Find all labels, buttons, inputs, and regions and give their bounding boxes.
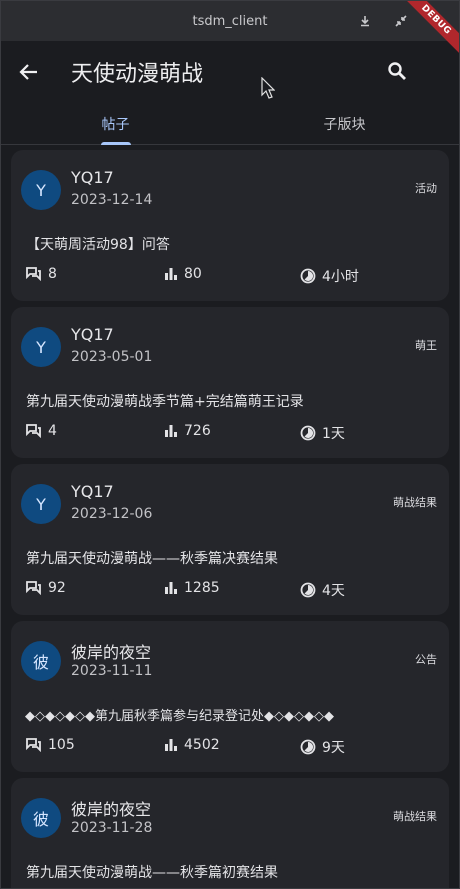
- post-title[interactable]: 第九届天使动漫萌战季节篇+完结篇萌王记录: [26, 391, 304, 411]
- timelapse-icon: [300, 268, 316, 284]
- last-reply-time: 4天: [300, 580, 345, 600]
- mouse-cursor-icon: [261, 76, 276, 103]
- timelapse-icon: [300, 582, 316, 598]
- forum-icon: [26, 581, 41, 595]
- post-tag: 萌王: [415, 339, 437, 352]
- post-card[interactable]: 彼 彼岸的夜空 2023-11-28 萌战结果 第九届天使动漫萌战——秋季篇初赛…: [11, 778, 449, 888]
- last-reply-time: 4小时: [300, 266, 359, 286]
- window-title: tsdm_client: [192, 13, 268, 29]
- post-author[interactable]: YQ17: [71, 168, 114, 187]
- view-count: 4502: [164, 737, 220, 753]
- reply-count: 105: [26, 737, 75, 753]
- avatar[interactable]: Y: [21, 327, 61, 367]
- post-tag: 公告: [415, 653, 437, 666]
- post-title[interactable]: 第九届天使动漫萌战——秋季篇初赛结果: [26, 862, 278, 882]
- avatar[interactable]: 彼: [21, 798, 61, 838]
- tab-subforums[interactable]: 子版块: [230, 103, 459, 144]
- post-stats: 105 4502 9天: [26, 737, 446, 757]
- post-card[interactable]: 彼 彼岸的夜空 2023-11-11 公告 ◆◇◆◇◆◇◆第九届秋季篇参与纪录登…: [11, 621, 449, 772]
- post-date: 2023-12-14: [71, 192, 153, 208]
- minimize-icon[interactable]: [347, 1, 383, 41]
- forum-icon: [26, 738, 41, 752]
- forum-icon: [26, 267, 41, 281]
- timelapse-icon: [300, 739, 316, 755]
- arrow-left-icon: [19, 64, 37, 80]
- avatar[interactable]: Y: [21, 170, 61, 210]
- post-tag: 萌战结果: [393, 496, 437, 509]
- page-title: 天使动漫萌战: [71, 62, 204, 87]
- post-card[interactable]: Y YQ17 2023-05-01 萌王 第九届天使动漫萌战季节篇+完结篇萌王记…: [11, 307, 449, 458]
- tab-bar: 帖子 子版块: [1, 103, 459, 145]
- reply-count: 92: [26, 580, 66, 596]
- back-button[interactable]: [1, 44, 57, 100]
- bar-chart-icon: [165, 582, 177, 594]
- close-icon[interactable]: [419, 1, 455, 41]
- post-author[interactable]: 彼岸的夜空: [71, 639, 151, 663]
- tab-indicator: [100, 142, 131, 145]
- restore-icon[interactable]: [383, 1, 419, 41]
- post-date: 2023-11-28: [71, 820, 153, 836]
- post-tag: 萌战结果: [393, 810, 437, 823]
- window-titlebar[interactable]: tsdm_client: [1, 1, 459, 41]
- search-button[interactable]: [375, 49, 419, 93]
- post-card[interactable]: Y YQ17 2023-12-06 萌战结果 第九届天使动漫萌战——秋季篇决赛结…: [11, 464, 449, 615]
- avatar[interactable]: Y: [21, 484, 61, 524]
- tab-posts[interactable]: 帖子: [1, 103, 230, 145]
- post-title[interactable]: 第九届天使动漫萌战——秋季篇决赛结果: [26, 548, 278, 568]
- reply-count: 4: [26, 423, 57, 439]
- post-stats: 8 80 4小时: [26, 266, 446, 286]
- post-stats: 4 726 1天: [26, 423, 446, 443]
- view-count: 80: [164, 266, 202, 282]
- app-bar: 天使动漫萌战: [1, 41, 459, 103]
- post-card[interactable]: Y YQ17 2023-12-14 活动 【天萌周活动98】问答 8 80 4小…: [11, 150, 449, 301]
- last-reply-time: 1天: [300, 423, 345, 443]
- bar-chart-icon: [165, 425, 177, 437]
- post-date: 2023-11-11: [71, 663, 153, 679]
- bar-chart-icon: [165, 739, 177, 751]
- last-reply-time: 9天: [300, 737, 345, 757]
- app-window: tsdm_client 天使动漫萌战 DEBUG 帖子 子版块 Y YQ17 2…: [0, 0, 460, 889]
- post-author[interactable]: YQ17: [71, 482, 114, 501]
- view-count: 1285: [164, 580, 220, 596]
- search-icon: [388, 62, 406, 80]
- post-author[interactable]: 彼岸的夜空: [71, 796, 151, 820]
- avatar[interactable]: 彼: [21, 641, 61, 681]
- reply-count: 8: [26, 266, 57, 282]
- view-count: 726: [164, 423, 211, 439]
- post-title[interactable]: ◆◇◆◇◆◇◆第九届秋季篇参与纪录登记处◆◇◆◇◆◇◆: [25, 705, 334, 724]
- timelapse-icon: [300, 425, 316, 441]
- forum-icon: [26, 424, 41, 438]
- post-date: 2023-05-01: [71, 349, 153, 365]
- post-stats: 92 1285 4天: [26, 580, 446, 600]
- post-list[interactable]: Y YQ17 2023-12-14 活动 【天萌周活动98】问答 8 80 4小…: [1, 145, 459, 888]
- post-tag: 活动: [415, 182, 437, 195]
- bar-chart-icon: [165, 268, 177, 280]
- post-date: 2023-12-06: [71, 506, 153, 522]
- post-title[interactable]: 【天萌周活动98】问答: [26, 234, 170, 254]
- post-author[interactable]: YQ17: [71, 325, 114, 344]
